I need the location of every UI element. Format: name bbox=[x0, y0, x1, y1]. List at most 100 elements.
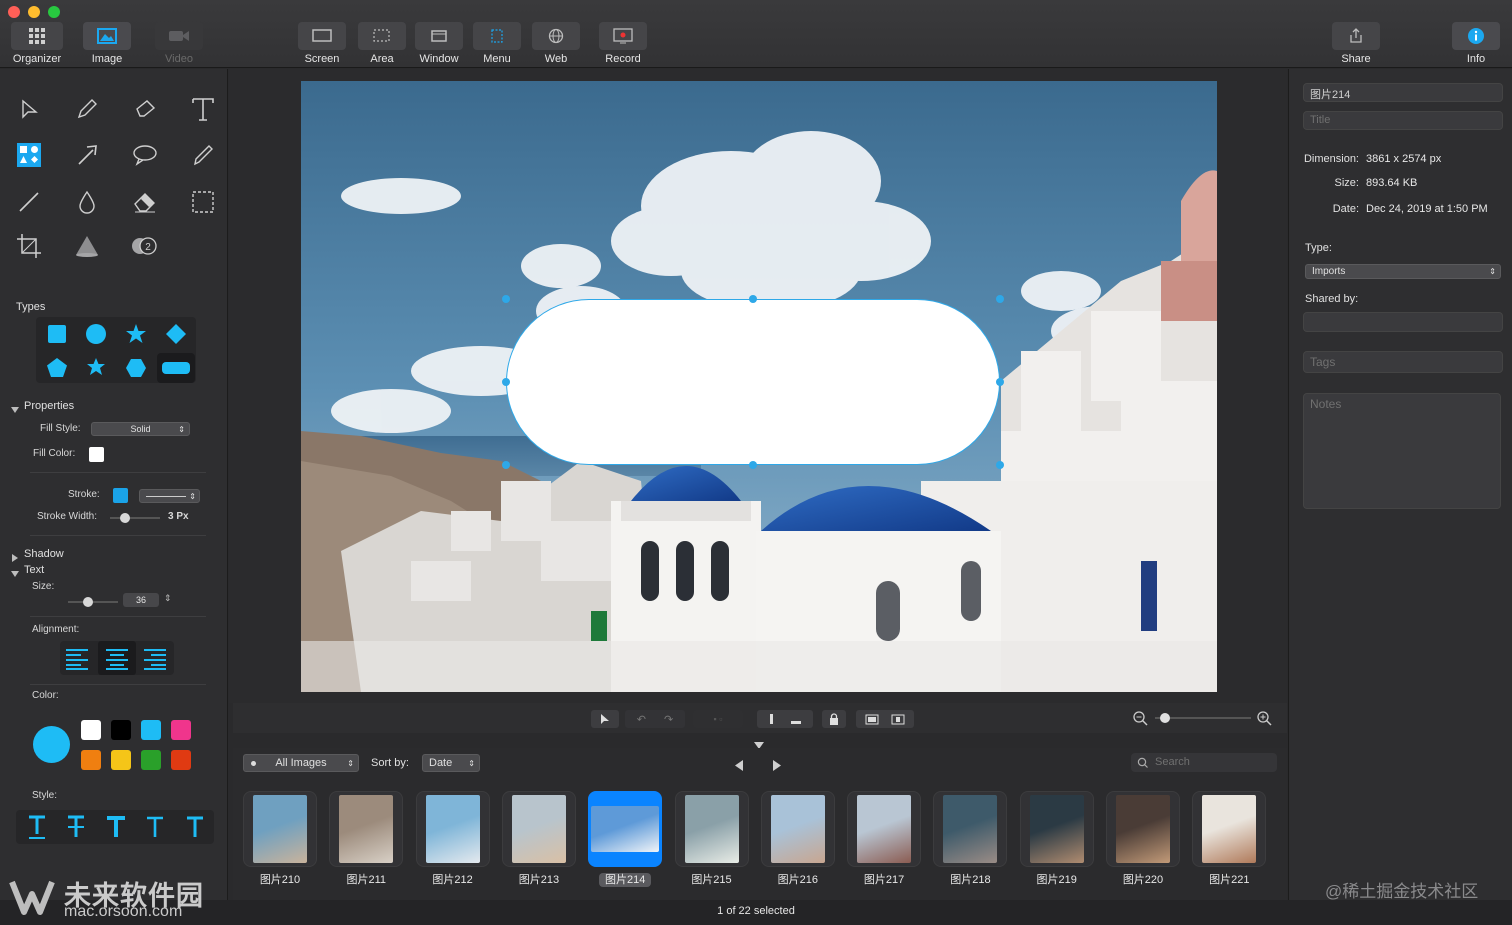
color-swatch-orange[interactable] bbox=[81, 750, 101, 770]
color-swatch-cyan[interactable] bbox=[141, 720, 161, 740]
resize-handle[interactable] bbox=[996, 295, 1004, 303]
shape-type-circle[interactable] bbox=[79, 319, 113, 349]
align-center-button[interactable] bbox=[98, 641, 136, 675]
eraser-tool[interactable] bbox=[125, 184, 165, 220]
capture-web-button[interactable]: Web bbox=[532, 22, 580, 66]
thumbnail[interactable] bbox=[847, 791, 922, 867]
shapes-tool[interactable] bbox=[9, 137, 49, 173]
text-disclosure-icon[interactable] bbox=[11, 566, 20, 584]
minimize-window-button[interactable] bbox=[28, 6, 40, 18]
color-swatch-green[interactable] bbox=[141, 750, 161, 770]
shape-type-rounded-rect[interactable] bbox=[157, 353, 195, 383]
thumbnail[interactable] bbox=[933, 791, 1008, 867]
thumbnail[interactable] bbox=[1106, 791, 1180, 867]
thumbnail[interactable] bbox=[760, 791, 835, 867]
share-button[interactable]: Share bbox=[1332, 22, 1380, 66]
text-style-bold[interactable] bbox=[99, 812, 133, 842]
crop-tool[interactable] bbox=[9, 228, 49, 264]
marquee-select-tool[interactable] bbox=[183, 184, 223, 220]
redo-icon[interactable]: ↷ bbox=[664, 713, 673, 726]
pencil-tool[interactable] bbox=[67, 91, 107, 127]
type-select[interactable]: Imports ⇕ bbox=[1305, 264, 1501, 279]
thumbnail[interactable] bbox=[243, 791, 317, 867]
thumbnail[interactable] bbox=[501, 791, 576, 867]
edited-photo-canvas[interactable] bbox=[301, 81, 1217, 692]
pen-tool[interactable] bbox=[183, 137, 223, 173]
capture-screen-button[interactable]: Screen bbox=[298, 22, 346, 66]
arrow-tool[interactable] bbox=[67, 137, 107, 173]
actual-size-icon[interactable] bbox=[891, 714, 905, 725]
notes-field[interactable]: Notes bbox=[1303, 393, 1501, 509]
callout-tool[interactable] bbox=[125, 137, 165, 173]
rounded-rectangle-annotation[interactable] bbox=[506, 299, 1000, 465]
capture-area-button[interactable]: Area bbox=[358, 22, 406, 66]
shape-type-hexagon[interactable] bbox=[119, 353, 153, 383]
resize-handle[interactable] bbox=[749, 461, 757, 469]
undo-icon[interactable]: ↶ bbox=[637, 713, 646, 726]
fill-color-swatch[interactable] bbox=[89, 447, 104, 462]
text-style-strikethrough[interactable] bbox=[59, 812, 93, 842]
title-field[interactable]: Title bbox=[1303, 111, 1503, 130]
slider-knob[interactable] bbox=[120, 513, 130, 523]
image-name-field[interactable]: 图片214 bbox=[1303, 83, 1503, 102]
tags-field[interactable]: Tags bbox=[1303, 351, 1503, 373]
thumbnail[interactable] bbox=[588, 791, 663, 867]
color-swatch-black[interactable] bbox=[111, 720, 131, 740]
zoom-window-button[interactable] bbox=[48, 6, 60, 18]
stroke-color-swatch[interactable] bbox=[113, 488, 128, 503]
highlighter-tool[interactable] bbox=[125, 91, 165, 127]
select-tool-button[interactable] bbox=[591, 710, 619, 728]
thumbnail[interactable] bbox=[329, 791, 404, 867]
properties-disclosure-icon[interactable] bbox=[11, 402, 20, 420]
fill-style-select[interactable]: Solid ⇕ bbox=[91, 422, 190, 436]
shape-type-star-6[interactable] bbox=[79, 353, 113, 383]
shape-type-pentagon[interactable] bbox=[40, 353, 74, 383]
text-style-regular[interactable] bbox=[138, 812, 172, 842]
stroke-style-select[interactable]: ⇕ bbox=[139, 489, 200, 503]
slider-knob[interactable] bbox=[83, 597, 93, 607]
slider-knob[interactable] bbox=[1159, 713, 1170, 723]
text-style-shadow[interactable] bbox=[178, 812, 212, 842]
align-right-button[interactable] bbox=[138, 643, 172, 673]
shape-type-square[interactable] bbox=[40, 319, 74, 349]
flip-horizontal-icon[interactable] bbox=[790, 720, 801, 724]
color-swatch-white[interactable] bbox=[81, 720, 101, 740]
lock-button[interactable] bbox=[822, 710, 846, 728]
stepper-icon[interactable]: ⇕ bbox=[164, 593, 172, 604]
current-color-swatch[interactable] bbox=[33, 726, 70, 763]
video-mode-button[interactable]: Video bbox=[155, 22, 203, 66]
flip-vertical-icon[interactable] bbox=[769, 714, 773, 724]
line-tool[interactable] bbox=[9, 184, 49, 220]
zoom-in-icon[interactable] bbox=[1257, 711, 1272, 731]
stroke-width-slider[interactable] bbox=[110, 513, 160, 523]
spotlight-tool[interactable] bbox=[67, 228, 107, 264]
previous-page-icon[interactable] bbox=[735, 758, 744, 776]
thumbnail[interactable] bbox=[674, 791, 749, 867]
close-window-button[interactable] bbox=[8, 6, 20, 18]
thumbnail[interactable] bbox=[1019, 791, 1094, 867]
capture-window-button[interactable]: Window bbox=[415, 22, 463, 66]
step-counter-tool[interactable]: 2 bbox=[125, 228, 165, 264]
text-size-slider[interactable] bbox=[68, 597, 118, 607]
zoom-slider[interactable] bbox=[1155, 713, 1251, 723]
organizer-button[interactable]: Organizer bbox=[11, 22, 63, 66]
fit-to-window-icon[interactable] bbox=[865, 714, 879, 725]
text-tool[interactable] bbox=[183, 91, 223, 127]
next-page-icon[interactable] bbox=[772, 758, 781, 776]
blur-tool[interactable] bbox=[67, 184, 107, 220]
resize-handle[interactable] bbox=[996, 461, 1004, 469]
color-swatch-pink[interactable] bbox=[171, 720, 191, 740]
resize-handle[interactable] bbox=[502, 295, 510, 303]
color-swatch-yellow[interactable] bbox=[111, 750, 131, 770]
text-size-field[interactable]: 36 bbox=[123, 593, 159, 607]
text-style-underline[interactable] bbox=[20, 812, 54, 842]
color-swatch-red[interactable] bbox=[171, 750, 191, 770]
thumbnail[interactable] bbox=[1192, 791, 1267, 867]
thumbnail[interactable] bbox=[415, 791, 490, 867]
resize-handle[interactable] bbox=[996, 378, 1004, 386]
capture-menu-button[interactable]: Menu bbox=[473, 22, 521, 66]
search-field[interactable]: Search bbox=[1131, 753, 1277, 772]
sort-select[interactable]: Date ⇕ bbox=[422, 754, 480, 772]
resize-handle[interactable] bbox=[749, 295, 757, 303]
shape-type-star[interactable] bbox=[119, 319, 153, 349]
